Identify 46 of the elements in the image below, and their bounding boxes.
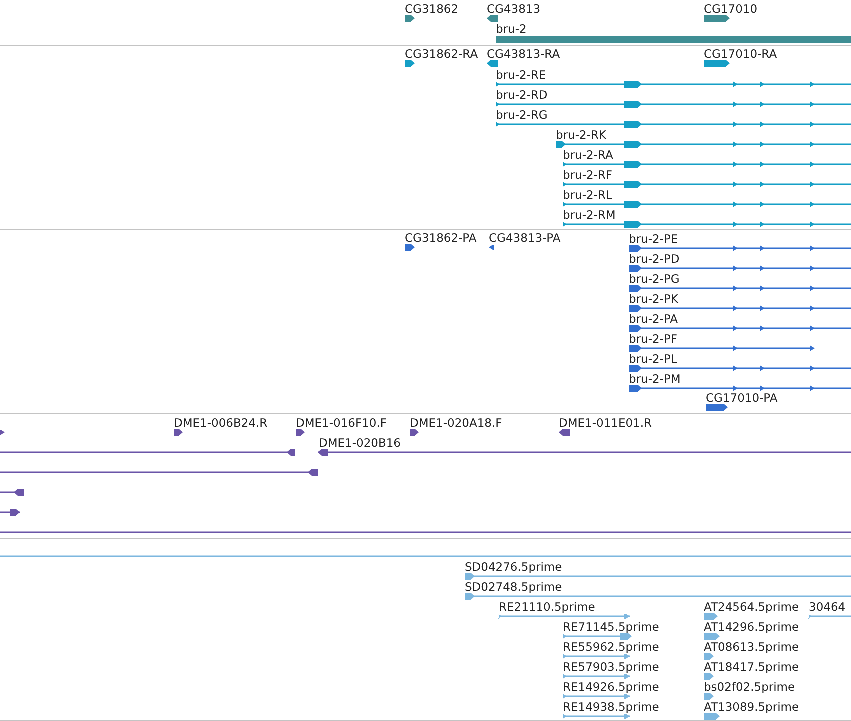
feature-label: bru-2-RG xyxy=(496,108,548,122)
feature-label: CG17010-PA xyxy=(706,391,778,405)
feature-label: SD04276.5prime xyxy=(465,560,562,574)
feature-label: RE21110.5prime xyxy=(499,600,596,614)
feature-label: bru-2-RM xyxy=(563,208,616,222)
feature-label: bru-2-RF xyxy=(563,168,613,182)
feature-label: bru-2 xyxy=(496,22,527,36)
feature-label: 30464 xyxy=(809,600,846,614)
feature-label: bru-2-PM xyxy=(629,372,681,386)
feature-label: bru-2-PA xyxy=(629,312,678,326)
feature-label: RE55962.5prime xyxy=(563,640,660,654)
feature-label: bru-2-PG xyxy=(629,272,680,286)
feature-label: bru-2-PF xyxy=(629,332,678,346)
feature-label: AT14296.5prime xyxy=(704,620,800,634)
feature-label: AT13089.5prime xyxy=(704,700,800,714)
feature-label: RE14938.5prime xyxy=(563,700,660,714)
feature-label: bru-2-PD xyxy=(629,252,680,266)
feature-label: CG43813 xyxy=(487,2,541,16)
feature-label: AT18417.5prime xyxy=(704,660,800,674)
feature-label: bru-2-PE xyxy=(629,232,678,246)
feature-label: AT24564.5prime xyxy=(704,600,800,614)
feature-label: RE71145.5prime xyxy=(563,620,660,634)
feature-label: bru-2-PL xyxy=(629,352,678,366)
feature-label: DME1-006B24.R xyxy=(174,416,268,430)
feature-label: CG43813-PA xyxy=(489,231,561,245)
feature-label: RE57903.5prime xyxy=(563,660,660,674)
feature-label: DME1-011E01.R xyxy=(559,416,652,430)
feature-label: bru-2-PK xyxy=(629,292,678,306)
feature-label: bru-2-RA xyxy=(563,148,614,162)
feature-label: bru-2-RK xyxy=(556,128,606,142)
feature-label: bs02f02.5prime xyxy=(704,680,796,694)
feature-label: CG31862-PA xyxy=(405,231,477,245)
feature-label: CG31862 xyxy=(405,2,459,16)
feature-label: RE14926.5prime xyxy=(563,680,660,694)
feature-label: DME1-016F10.F xyxy=(296,416,387,430)
feature-label: bru-2-RD xyxy=(496,88,548,102)
feature-label: AT08613.5prime xyxy=(704,640,800,654)
feature-label: DME1-020B16 xyxy=(319,436,401,450)
feature-label: DME1-020A18.F xyxy=(410,416,502,430)
feature-label: CG31862-RA xyxy=(405,47,478,61)
feature-label: bru-2-RE xyxy=(496,68,546,82)
feature-label: CG17010 xyxy=(704,2,758,16)
feature-label: bru-2-RL xyxy=(563,188,612,202)
feature-label: SD02748.5prime xyxy=(465,580,562,594)
feature-label: CG17010-RA xyxy=(704,47,778,61)
feature-label: CG43813-RA xyxy=(487,47,560,61)
